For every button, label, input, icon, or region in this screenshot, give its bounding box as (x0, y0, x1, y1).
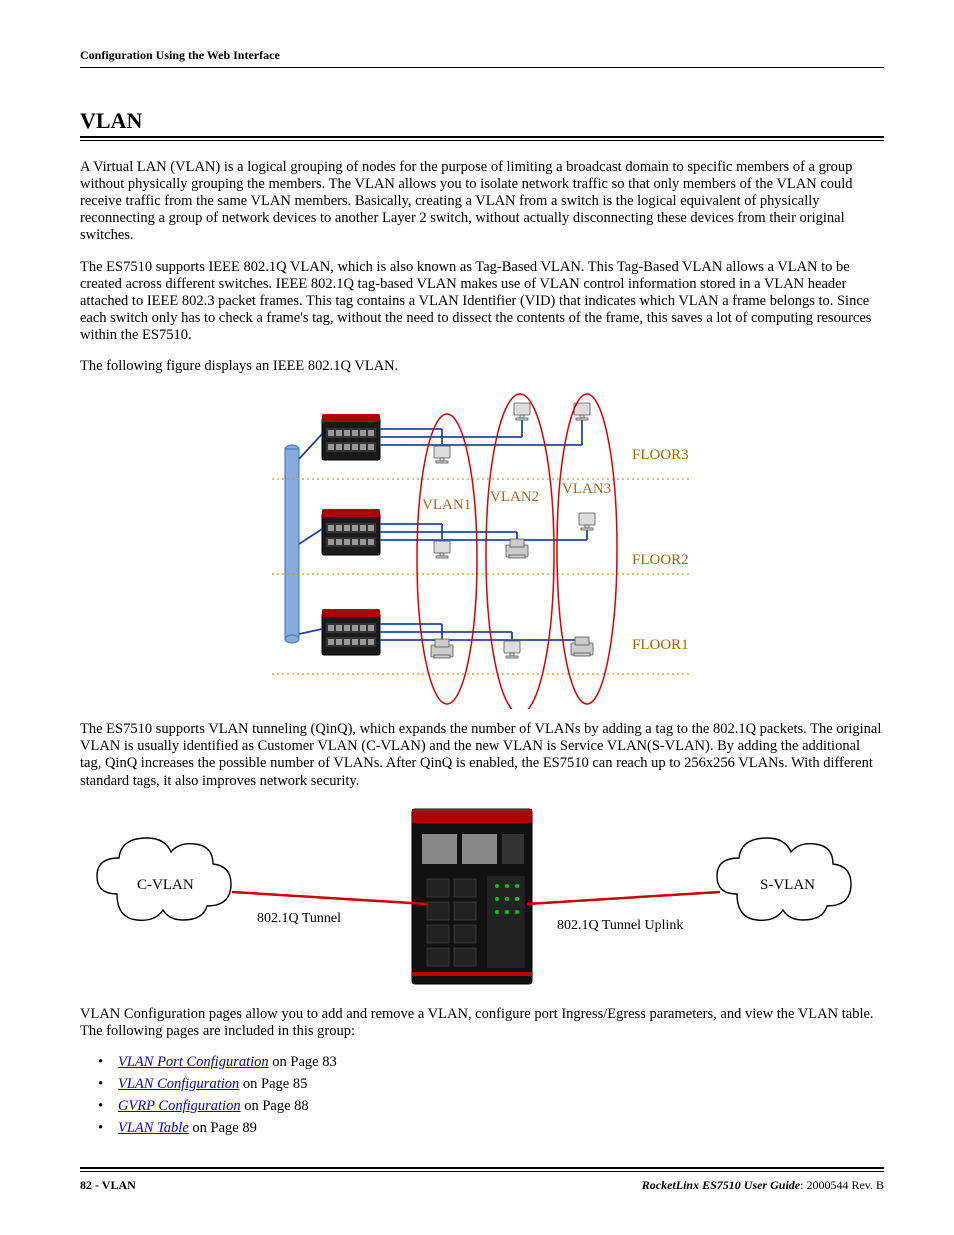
paragraph-qinq: The ES7510 supports VLAN tunneling (QinQ… (80, 721, 884, 789)
list-item: VLAN Configuration on Page 85 (98, 1076, 884, 1093)
footer-page-label: 82 - VLAN (80, 1178, 136, 1193)
fax-icon (506, 539, 528, 558)
footer-rev: : 2000544 Rev. B (800, 1178, 884, 1192)
header-rule (80, 67, 884, 68)
running-header: Configuration Using the Web Interface (80, 48, 884, 63)
pc-icon (514, 403, 530, 420)
link-list: VLAN Port Configuration on Page 83 VLAN … (98, 1054, 884, 1137)
svlan-label: S-VLAN (760, 877, 815, 893)
paragraph-intro-1: A Virtual LAN (VLAN) is a logical groupi… (80, 159, 884, 245)
link-gvrp-config[interactable]: GVRP Configuration (118, 1098, 241, 1114)
switch-floor3 (322, 414, 380, 460)
list-item: VLAN Table on Page 89 (98, 1120, 884, 1137)
floor3-label: FLOOR3 (632, 447, 689, 463)
tunnel-label: 802.1Q Tunnel (257, 911, 341, 926)
footer-guide-title: RocketLinx ES7510 User Guide (642, 1178, 800, 1192)
fax-icon (431, 639, 453, 658)
qinq-diagram: C-VLAN S-VLAN (82, 804, 882, 994)
paragraph-figure-lead: The following figure displays an IEEE 80… (80, 358, 884, 375)
list-item: VLAN Port Configuration on Page 83 (98, 1054, 884, 1071)
title-rule (80, 136, 884, 141)
cvlan-label: C-VLAN (137, 877, 194, 893)
section-title-vlan: VLAN (80, 108, 884, 134)
footer-rule (80, 1167, 884, 1172)
link-suffix: on Page 83 (269, 1054, 337, 1070)
list-item: GVRP Configuration on Page 88 (98, 1098, 884, 1115)
floor1-label: FLOOR1 (632, 637, 689, 653)
vlan1-label: VLAN1 (422, 497, 471, 513)
page-footer: 82 - VLAN RocketLinx ES7510 User Guide: … (80, 1167, 884, 1193)
footer-guide: RocketLinx ES7510 User Guide: 2000544 Re… (642, 1178, 884, 1193)
switch-floor2 (322, 509, 380, 555)
link-suffix: on Page 85 (239, 1076, 307, 1092)
link-suffix: on Page 89 (189, 1120, 257, 1136)
link-suffix: on Page 88 (241, 1098, 309, 1114)
pc-icon (504, 641, 520, 658)
vlan-floor-diagram: VLAN1 VLAN2 VLAN3 FLOOR3 FLOOR2 FLOOR1 (252, 389, 712, 709)
pc-icon (434, 541, 450, 558)
es7510-switch-icon (412, 809, 532, 984)
link-vlan-config[interactable]: VLAN Configuration (118, 1076, 239, 1092)
tunnel-uplink-label: 802.1Q Tunnel Uplink (557, 918, 683, 933)
pc-icon (579, 513, 595, 530)
switch-floor1 (322, 609, 380, 655)
pc-icon (434, 446, 450, 463)
vlan3-label: VLAN3 (562, 481, 611, 497)
link-vlan-table[interactable]: VLAN Table (118, 1120, 189, 1136)
paragraph-intro-2: The ES7510 supports IEEE 802.1Q VLAN, wh… (80, 259, 884, 345)
paragraph-links-lead: VLAN Configuration pages allow you to ad… (80, 1006, 884, 1040)
link-vlan-port-config[interactable]: VLAN Port Configuration (118, 1054, 269, 1070)
vlan2-label: VLAN2 (490, 489, 539, 505)
floor2-label: FLOOR2 (632, 552, 689, 568)
